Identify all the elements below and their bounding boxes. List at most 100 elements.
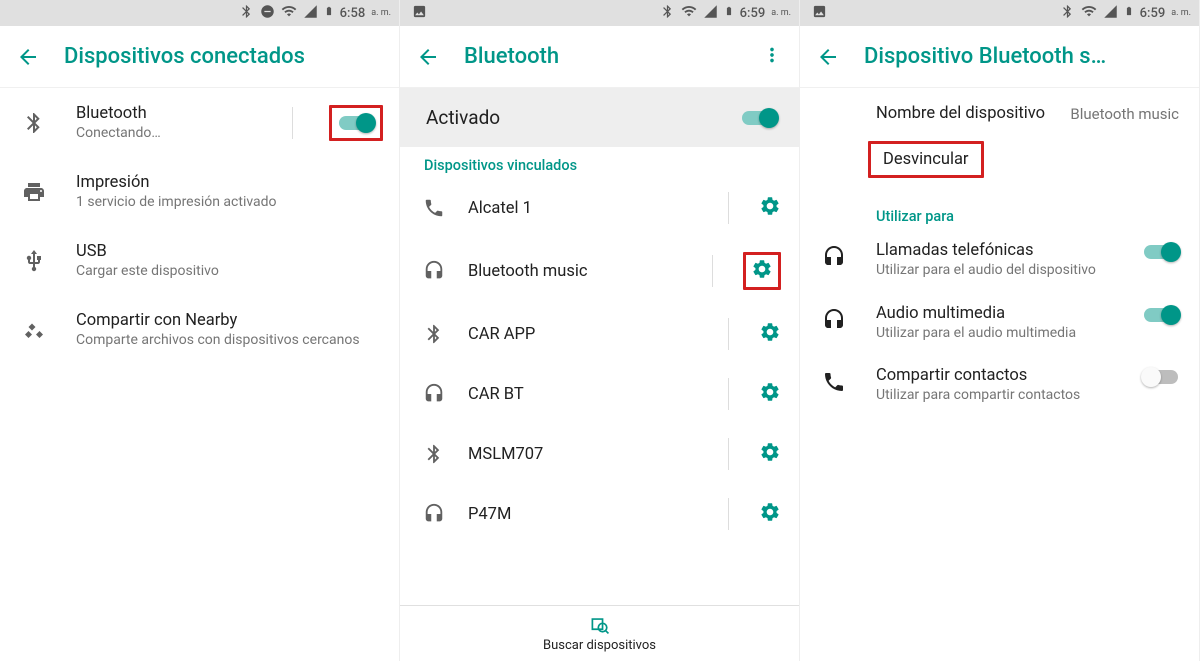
gear-icon[interactable] [759,441,781,467]
device-row[interactable]: P47M [400,484,799,544]
signal-status-icon [303,4,318,23]
app-bar: Bluetooth [400,26,799,88]
device-name: CAR BT [468,385,698,404]
divider [712,255,713,287]
screen-connected-devices: 6:58 a. m. Dispositivos conectados Bluet… [0,0,400,661]
row-subtitle: Comparte archivos con dispositivos cerca… [76,332,383,348]
status-bar: 6:59 a. m. [800,0,1199,26]
gear-icon[interactable] [759,381,781,407]
divider [728,192,729,224]
print-row[interactable]: Impresión 1 servicio de impresión activa… [0,157,399,226]
divider [292,107,293,139]
use-toggle[interactable] [1141,304,1181,326]
status-time: 6:59 [1140,6,1166,21]
device-name: Bluetooth music [468,262,682,281]
use-for-list: Llamadas telefónicas Utilizar para el aud… [800,229,1199,417]
device-row[interactable]: CAR APP [400,304,799,364]
row-subtitle: Cargar este dispositivo [76,263,383,279]
print-icon [20,180,48,204]
row-title: Compartir con Nearby [76,311,383,330]
headphones-icon [820,304,848,332]
battery-status-icon [724,3,734,23]
page-title: Dispositivo Bluetooth s… [864,44,1183,69]
bluetooth-row[interactable]: Bluetooth Conectando… [0,88,399,157]
unpair-button[interactable]: Desvincular [868,141,984,178]
device-name-row[interactable]: Nombre del dispositivo Bluetooth music [800,88,1199,137]
bluetooth-status-icon [239,4,254,23]
bluetooth-active-row: Activado [400,88,799,147]
back-button[interactable] [416,45,440,69]
battery-status-icon [1124,3,1134,23]
usb-row[interactable]: USB Cargar este dispositivo [0,226,399,295]
use-title: Audio multimedia [876,304,1113,323]
more-menu-button[interactable] [761,44,783,70]
image-status-icon [412,4,427,23]
row-title: Bluetooth [76,104,256,123]
active-label: Activado [420,106,739,129]
app-bar: Dispositivo Bluetooth s… [800,26,1199,88]
use-title: Compartir contactos [876,366,1113,385]
device-row[interactable]: Bluetooth music [400,238,799,304]
use-toggle[interactable] [1141,241,1181,263]
device-name: P47M [468,505,698,524]
device-name-value: Bluetooth music [1070,105,1179,123]
headphones-icon [422,383,446,405]
device-row[interactable]: MSLM707 [400,424,799,484]
device-row[interactable]: CAR BT [400,364,799,424]
nearby-icon [20,318,48,342]
divider [728,438,729,470]
bluetooth-toggle[interactable] [336,112,376,134]
status-bar: 6:59 a. m. [400,0,799,26]
search-devices-label: Buscar dispositivos [543,638,656,653]
gear-icon[interactable] [759,321,781,347]
use-title: Llamadas telefónicas [876,241,1113,260]
settings-list: Bluetooth Conectando… Impresión 1 servic… [0,88,399,364]
paired-devices-header: Dispositivos vinculados [400,147,799,178]
search-devices-bar[interactable]: Buscar dispositivos [400,605,799,661]
nearby-row[interactable]: Compartir con Nearby Comparte archivos c… [0,295,399,364]
page-title: Dispositivos conectados [64,44,383,69]
status-bar: 6:58 a. m. [0,0,399,26]
highlight-box [743,252,781,290]
bluetooth-icon [422,443,446,465]
app-bar: Dispositivos conectados [0,26,399,88]
device-name: CAR APP [468,325,698,344]
use-toggle[interactable] [1141,366,1181,388]
image-status-icon [812,4,827,23]
highlight-box [329,105,383,141]
status-ampm: a. m. [371,8,391,18]
back-button[interactable] [816,45,840,69]
device-name: MSLM707 [468,445,698,464]
row-subtitle: 1 servicio de impresión activado [76,194,383,210]
headphones-icon [422,260,446,282]
back-button[interactable] [16,45,40,69]
use-row[interactable]: Llamadas telefónicas Utilizar para el aud… [800,229,1199,292]
status-ampm: a. m. [1171,8,1191,18]
use-row[interactable]: Audio multimediaUtilizar para el audio m… [800,292,1199,355]
signal-status-icon [703,4,718,23]
divider [728,318,729,350]
gear-icon[interactable] [751,265,773,284]
bluetooth-master-toggle[interactable] [739,107,779,129]
device-name-label: Nombre del dispositivo [876,104,1054,123]
gear-icon[interactable] [759,501,781,527]
headphones-icon [820,241,848,269]
use-for-header: Utilizar para [800,184,1199,229]
page-title: Bluetooth [464,44,761,69]
device-search-icon [587,614,613,636]
signal-status-icon [1103,4,1118,23]
paired-devices-list: Alcatel 1 Bluetooth music CAR APP CAR BT MSL… [400,178,799,544]
bluetooth-status-icon [660,4,675,23]
status-time: 6:58 [340,6,366,21]
status-time: 6:59 [740,6,766,21]
dnd-status-icon [260,4,275,23]
gear-icon[interactable] [759,195,781,221]
device-row[interactable]: Alcatel 1 [400,178,799,238]
row-title: USB [76,242,383,261]
status-ampm: a. m. [771,8,791,18]
use-subtitle: Utilizar para el audio del dispositivo [876,262,1113,280]
bluetooth-status-icon [1060,4,1075,23]
row-subtitle: Conectando… [76,125,256,141]
use-row[interactable]: Compartir contactosUtilizar para compart… [800,354,1199,417]
divider [728,498,729,530]
